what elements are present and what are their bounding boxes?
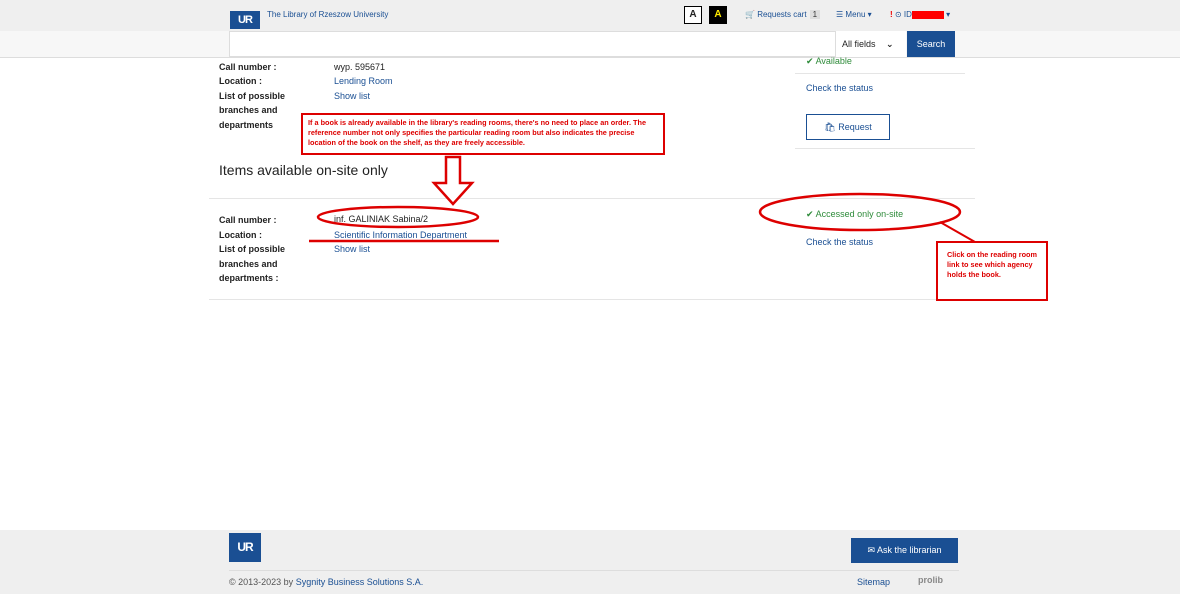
envelope-icon: ✉: [867, 545, 875, 555]
annotation-connector: [939, 221, 976, 243]
annotation-overlay: [309, 155, 976, 243]
arrow-down-icon: [431, 155, 475, 206]
copyright: © 2013-2023 by Sygnity Business Solution…: [229, 577, 423, 587]
sygnity-link[interactable]: Sygnity Business Solutions S.A.: [296, 577, 424, 587]
ask-label: Ask the librarian: [877, 545, 942, 555]
ask-librarian-button[interactable]: ✉ Ask the librarian: [851, 538, 958, 563]
highlight-ellipse-call-number: [316, 205, 480, 229]
prolib-logo: prolib: [918, 575, 943, 585]
footer-divider: [229, 570, 959, 571]
highlight-ellipse-status: [758, 192, 962, 232]
footer: [0, 530, 1180, 594]
footer-logo[interactable]: UR: [229, 533, 261, 562]
copyright-prefix: © 2013-2023 by: [229, 577, 296, 587]
sitemap-link[interactable]: Sitemap: [857, 577, 890, 587]
